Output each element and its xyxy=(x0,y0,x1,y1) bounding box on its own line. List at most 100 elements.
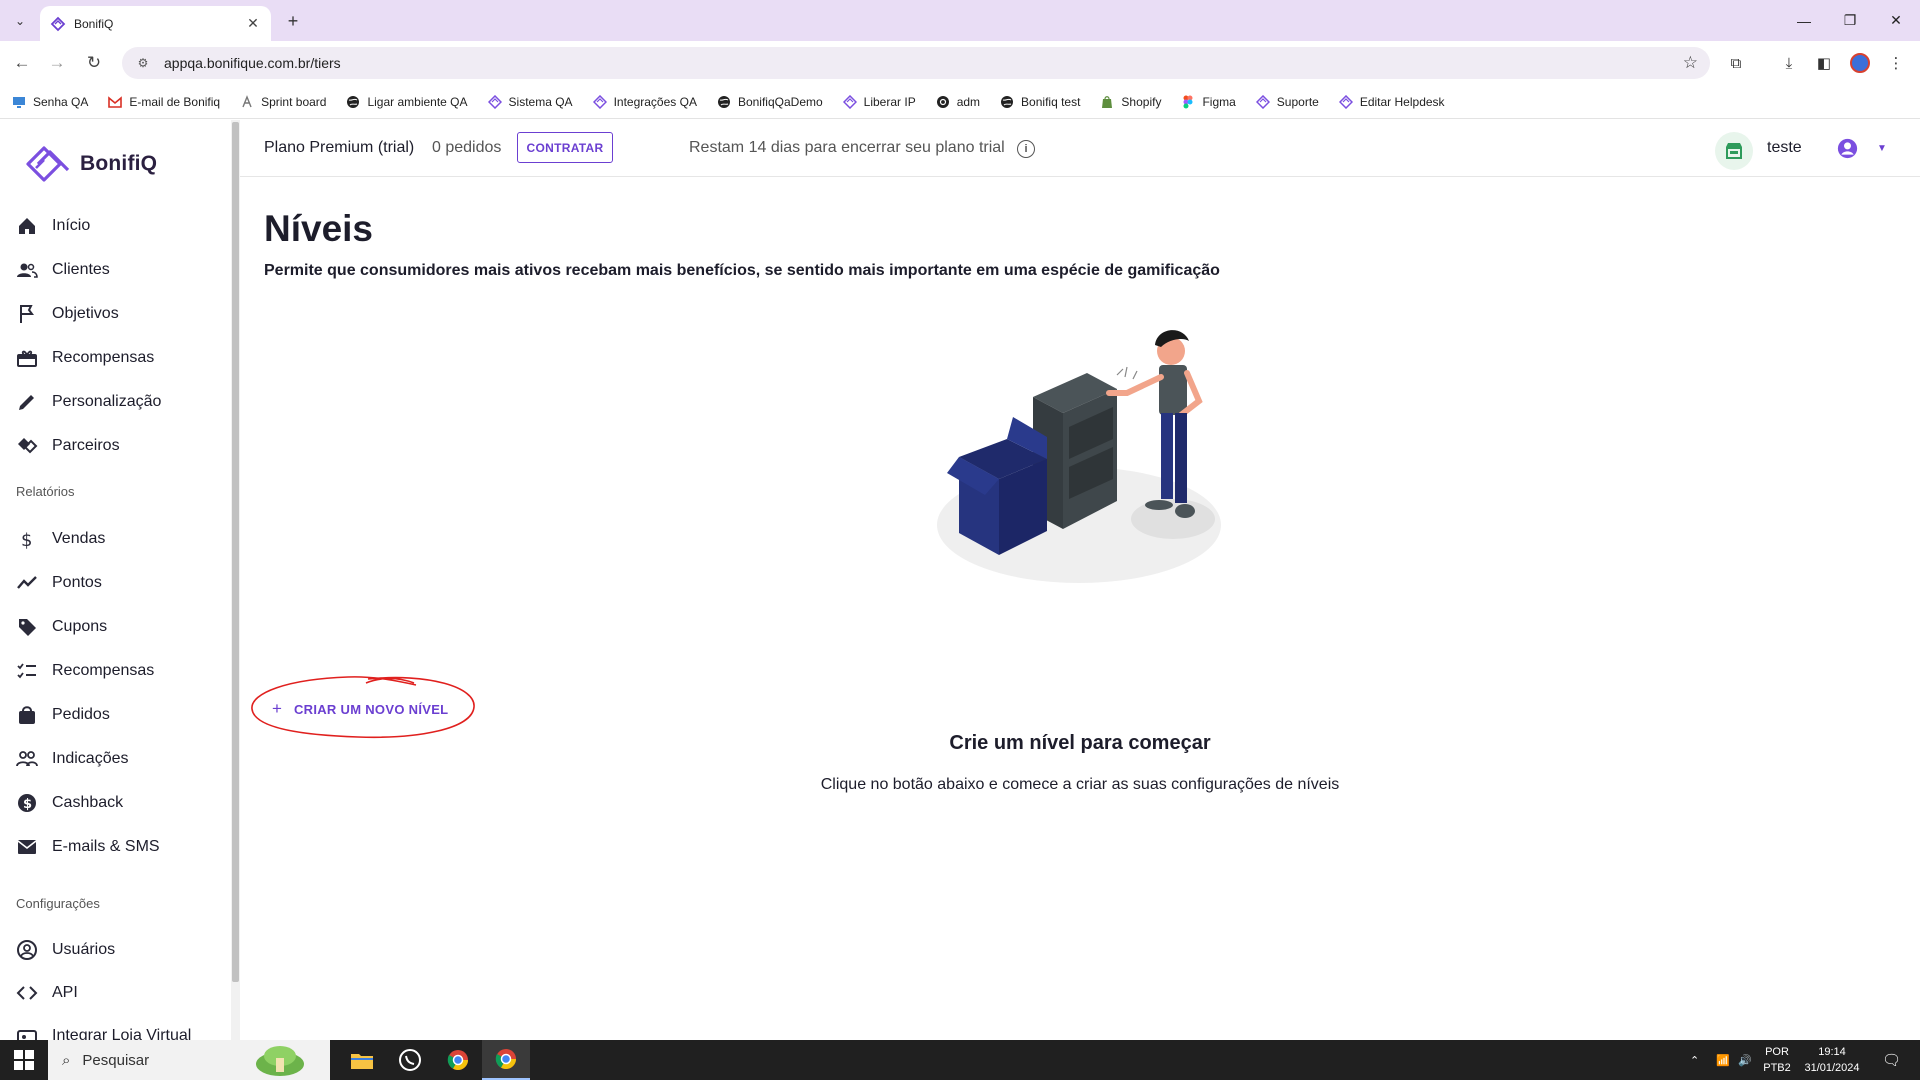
taskbar-chrome[interactable] xyxy=(434,1040,482,1080)
taskbar-whatsapp[interactable] xyxy=(386,1040,434,1080)
bookmark-label: Figma xyxy=(1202,94,1236,109)
clock[interactable]: 19:14 31/01/2024 xyxy=(1792,1044,1872,1076)
sidebar-item-e-mails-sms[interactable]: E-mails & SMS xyxy=(16,831,226,863)
bookmark-item[interactable]: Suporte xyxy=(1255,94,1319,109)
bookmark-label: Suporte xyxy=(1276,94,1319,109)
section-title-settings: Configurações xyxy=(16,896,100,911)
empty-state-title: Crie um nível para começar xyxy=(949,732,1211,754)
sidebar-item-vendas[interactable]: $ Vendas xyxy=(16,523,226,555)
bag-icon xyxy=(16,704,38,726)
download-icon[interactable]: ⤓ xyxy=(1777,51,1801,75)
tray-expand-icon[interactable]: ⌃ xyxy=(1690,1040,1699,1080)
app-topbar: Plano Premium (trial) 0 pedidos CONTRATA… xyxy=(240,120,1920,177)
store-icon xyxy=(16,1025,38,1040)
logo-text: BonifiQ xyxy=(80,152,158,175)
bookmark-item[interactable]: Editar Helpdesk xyxy=(1338,94,1445,109)
bookmark-item[interactable]: Senha QA xyxy=(12,95,88,109)
forward-icon[interactable]: → xyxy=(45,51,69,75)
sidebar-item-cupons[interactable]: Cupons xyxy=(16,611,226,643)
language-line2: PTB2 xyxy=(1763,1062,1791,1074)
browser-tab[interactable]: BonifiQ ✕ xyxy=(40,6,271,41)
sidebar-item-personaliza-o[interactable]: Personalização xyxy=(16,386,226,418)
people-icon xyxy=(16,748,38,770)
bonifiq-icon xyxy=(1338,94,1353,109)
back-icon[interactable]: ← xyxy=(10,51,34,75)
bonifiq-icon xyxy=(487,94,502,109)
sidebar-item-parceiros[interactable]: Parceiros xyxy=(16,430,226,462)
globe-icon xyxy=(717,95,731,109)
sidebar-item-pontos[interactable]: Pontos xyxy=(16,567,226,599)
network-icon[interactable]: 📶 xyxy=(1716,1040,1730,1080)
bookmark-item[interactable]: Shopify xyxy=(1100,95,1161,109)
contract-button[interactable]: CONTRATAR xyxy=(517,132,613,163)
sidebar-item-label: Pontos xyxy=(52,574,102,591)
sidebar-scrollbar-thumb[interactable] xyxy=(232,122,239,982)
minimize-icon[interactable]: — xyxy=(1782,0,1826,41)
bookmark-item[interactable]: Bonifiq test xyxy=(1000,95,1080,109)
sidebar-item-in-cio[interactable]: Início xyxy=(16,210,226,242)
site-info-icon[interactable]: ⚙ xyxy=(134,54,152,72)
bookmark-item[interactable]: Integrações QA xyxy=(592,94,697,109)
red-annotation-circle xyxy=(251,676,475,739)
bookmark-label: Sistema QA xyxy=(508,94,573,109)
sidebar-item-indica-es[interactable]: Indicações xyxy=(16,743,226,775)
restore-icon[interactable]: ❐ xyxy=(1828,0,1872,41)
sidebar-item-cashback[interactable]: $ Cashback xyxy=(16,787,226,819)
reload-icon[interactable]: ↻ xyxy=(82,51,106,75)
bookmark-item[interactable]: Sistema QA xyxy=(487,94,573,109)
taskbar-chrome-active[interactable] xyxy=(482,1040,530,1080)
store-name[interactable]: teste xyxy=(1767,139,1802,157)
more-menu-icon[interactable]: ⋮ xyxy=(1884,51,1908,75)
sidebar-item-pedidos[interactable]: Pedidos xyxy=(16,699,226,731)
clock-date: 31/01/2024 xyxy=(1804,1062,1860,1074)
side-panel-icon[interactable]: ◧ xyxy=(1812,51,1836,75)
bookmark-item[interactable]: Sprint board xyxy=(240,95,326,109)
bookmark-star-icon[interactable]: ☆ xyxy=(1683,53,1698,73)
sidebar-item-label: Cashback xyxy=(52,794,124,811)
bookmark-item[interactable]: adm xyxy=(936,95,980,109)
language-line1: POR xyxy=(1765,1046,1789,1058)
logo[interactable]: BonifiQ xyxy=(24,142,157,186)
user-account-icon[interactable] xyxy=(1837,138,1858,159)
taskbar-file-explorer[interactable] xyxy=(338,1040,386,1080)
bookmark-item[interactable]: Figma xyxy=(1181,94,1236,109)
bookmark-label: BonifiqQaDemo xyxy=(737,94,823,109)
trial-message: Restam 14 dias para encerrar seu plano t… xyxy=(689,139,1005,156)
sidebar-item-clientes[interactable]: Clientes xyxy=(16,254,226,286)
chrome-icon xyxy=(447,1050,468,1070)
bookmark-item[interactable]: E-mail de Bonifiq xyxy=(108,95,220,109)
empty-state-description: Clique no botão abaixo e comece a criar … xyxy=(820,776,1340,793)
new-tab-icon[interactable]: + xyxy=(281,9,305,33)
bookmark-item[interactable]: Ligar ambiente QA xyxy=(346,95,468,109)
handshake-icon xyxy=(16,435,38,457)
taskbar-search[interactable]: ⌕ Pesquisar xyxy=(48,1040,330,1080)
sidebar-item-integrar-loja-virtual[interactable]: Integrar Loja Virtual xyxy=(16,1020,226,1040)
bookmark-item[interactable]: Liberar IP xyxy=(842,94,916,109)
address-bar[interactable]: ⚙ appqa.bonifique.com.br/tiers ☆ xyxy=(122,47,1710,79)
store-badge[interactable] xyxy=(1715,132,1753,170)
close-window-icon[interactable]: ✕ xyxy=(1874,0,1918,41)
info-icon[interactable]: i xyxy=(1017,140,1035,158)
bookmark-item[interactable]: BonifiqQaDemo xyxy=(717,95,823,109)
tab-close-icon[interactable]: ✕ xyxy=(245,15,261,32)
sidebar-item-recompensas[interactable]: Recompensas xyxy=(16,655,226,687)
page-title: Níveis xyxy=(264,208,374,249)
extensions-icon[interactable]: ⧉ xyxy=(1724,51,1748,75)
profile-avatar[interactable] xyxy=(1848,51,1872,75)
sidebar-item-usu-rios[interactable]: Usuários xyxy=(16,934,226,966)
sidebar-item-label: Pedidos xyxy=(52,706,110,723)
language-indicator[interactable]: POR PTB2 xyxy=(1762,1044,1792,1076)
bonifiq-icon xyxy=(1255,94,1270,109)
chrome-profile-icon xyxy=(495,1049,516,1069)
tab-search-chevron-icon[interactable]: ⌄ xyxy=(8,9,32,33)
sidebar-item-objetivos[interactable]: Objetivos xyxy=(16,298,226,330)
notifications-icon[interactable]: 🗨 xyxy=(1882,1040,1901,1080)
sidebar-item-label: Recompensas xyxy=(52,662,155,679)
sidebar-item-recompensas[interactable]: Recompensas xyxy=(16,342,226,374)
sidebar-item-api[interactable]: API xyxy=(16,977,226,1009)
url-text[interactable]: appqa.bonifique.com.br/tiers xyxy=(164,55,1683,71)
user-menu-caret-icon[interactable]: ▼ xyxy=(1877,143,1887,154)
volume-icon[interactable]: 🔊 xyxy=(1738,1040,1752,1080)
windows-start-icon[interactable] xyxy=(14,1050,34,1070)
sidebar: BonifiQ Início Clientes Objetivos Recompens… xyxy=(0,120,232,1040)
